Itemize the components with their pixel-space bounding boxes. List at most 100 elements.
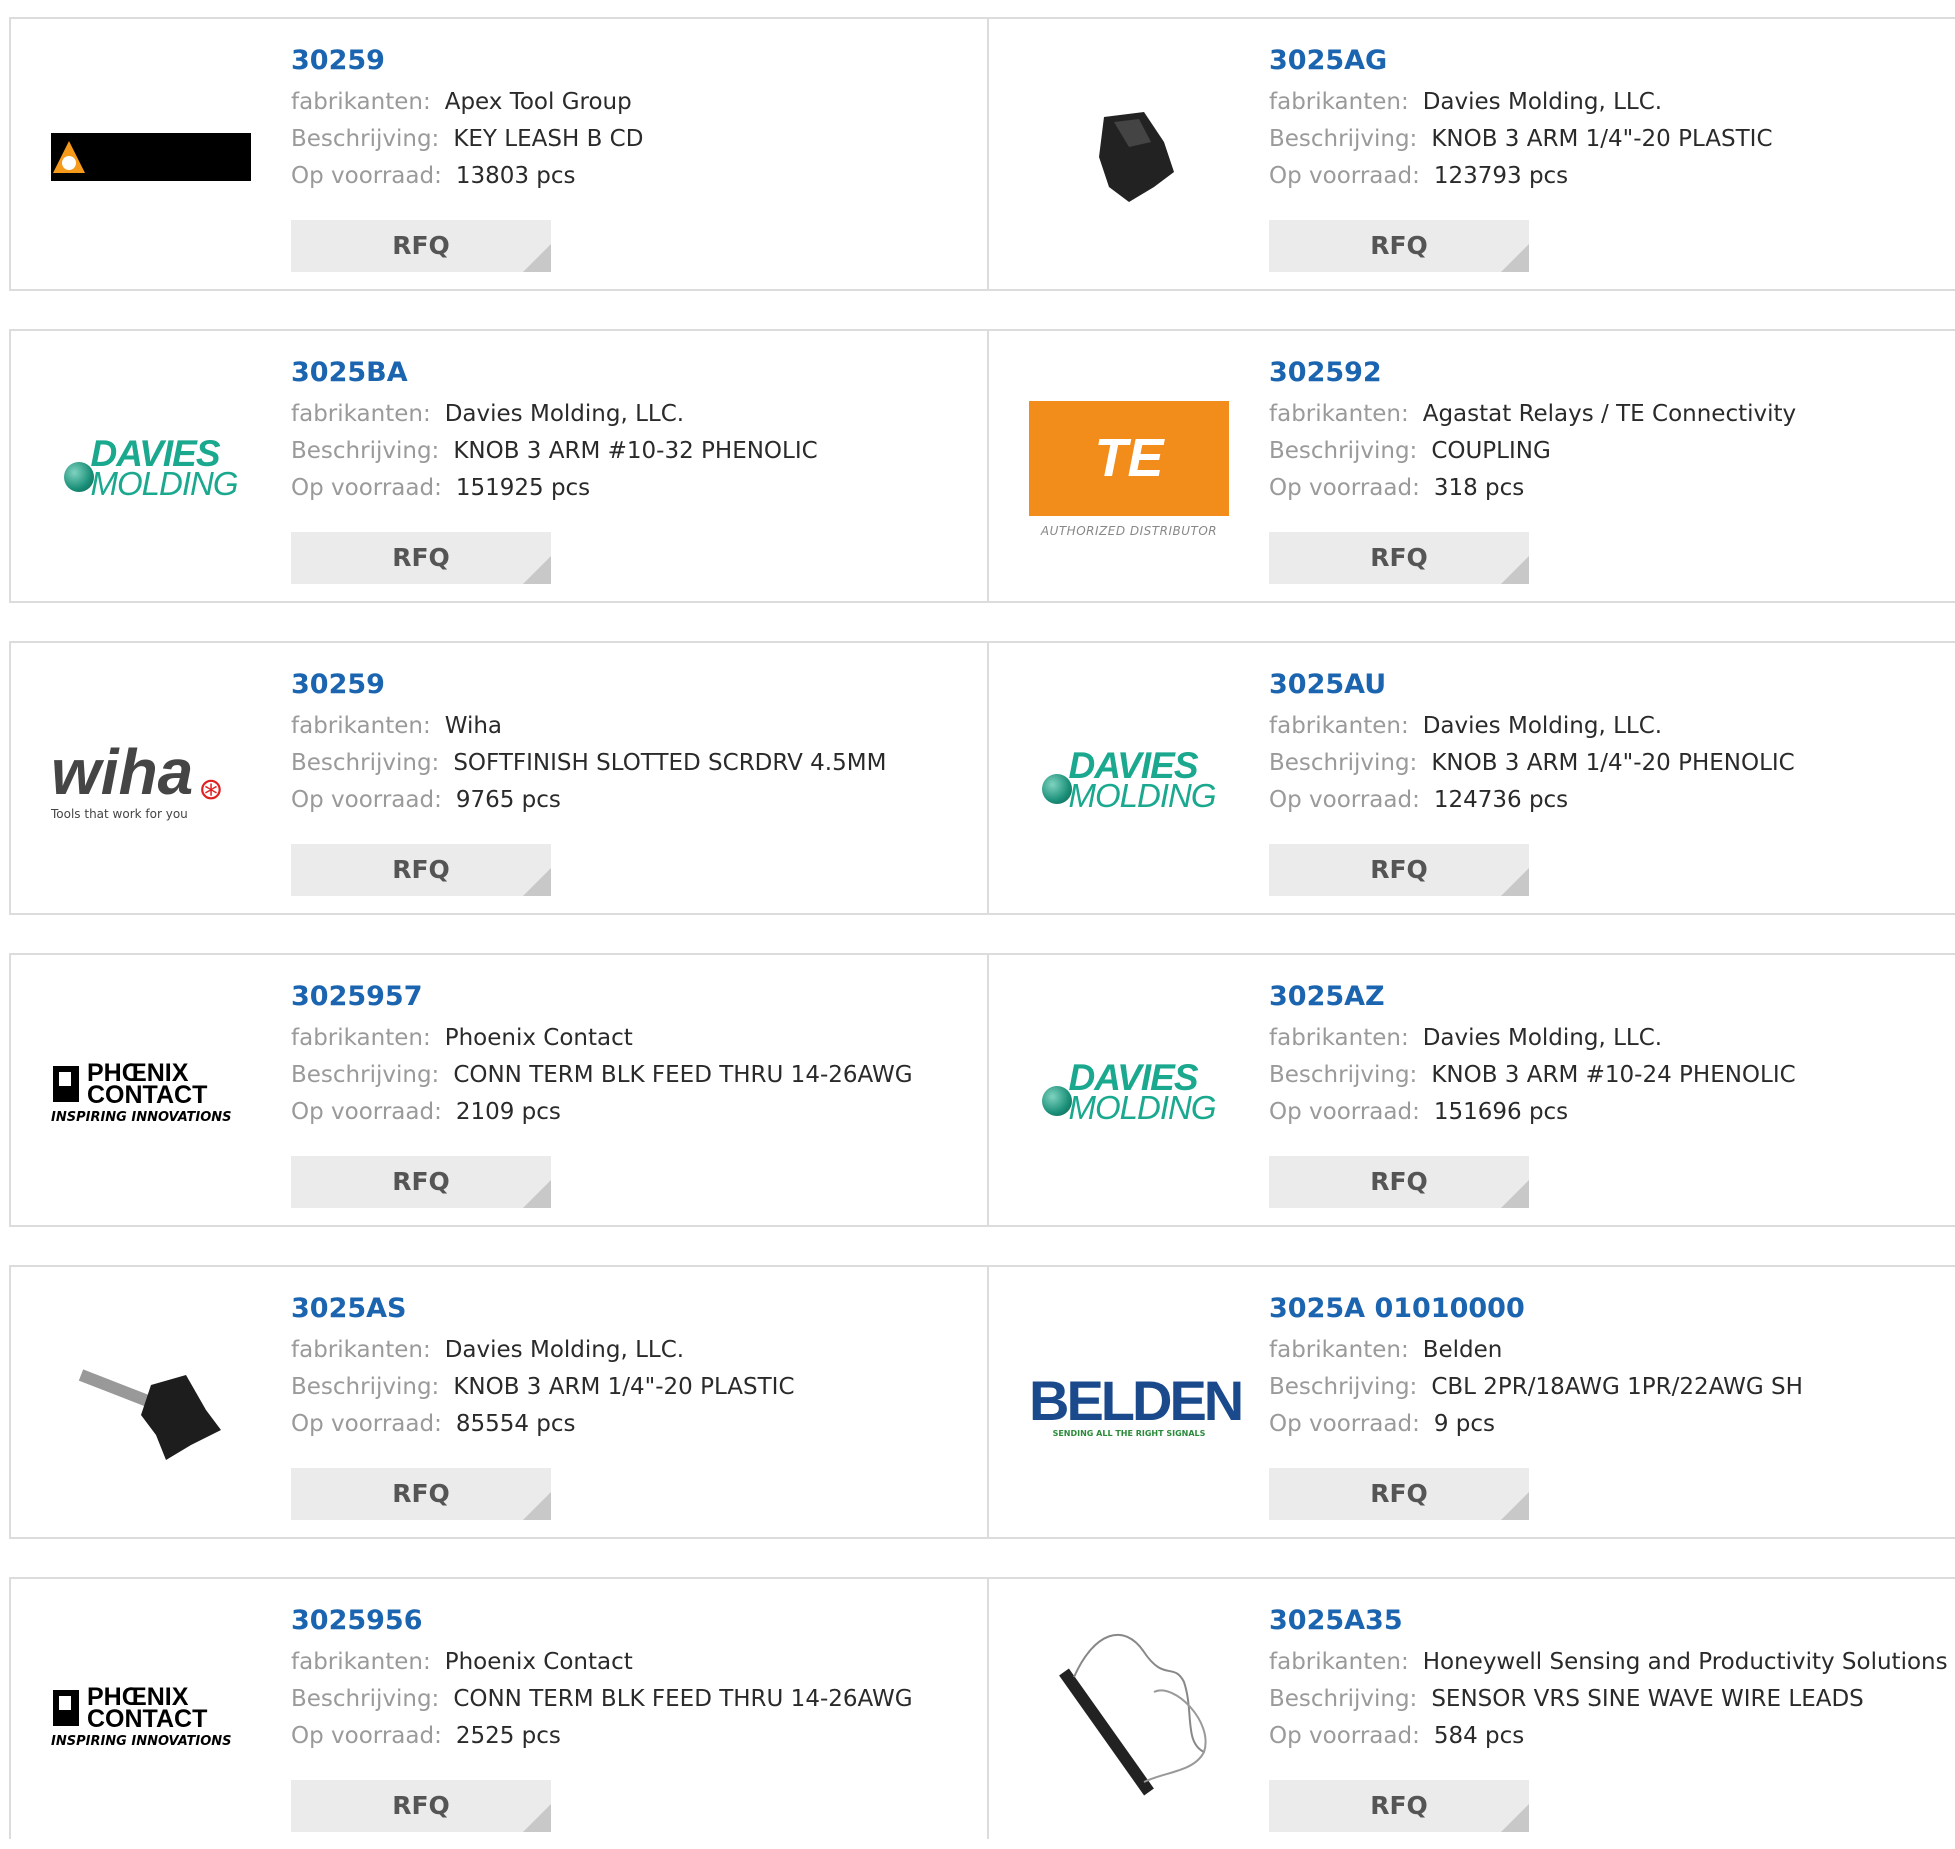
rfq-button[interactable]: RFQ xyxy=(291,532,551,584)
manufacturer-logo: TE AUTHORIZED DISTRIBUTOR xyxy=(1029,371,1229,567)
stock-value: 2109 pcs xyxy=(455,1099,561,1125)
part-number-link[interactable]: 3025957 xyxy=(291,980,971,1014)
part-number-link[interactable]: 3025956 xyxy=(291,1604,971,1638)
wiha-wordmark: wiha xyxy=(51,735,194,808)
product-row: PHŒNIX CONTACT INSPIRING INNOVATIONS 30259… xyxy=(9,953,1955,1227)
rfq-button[interactable]: RFQ xyxy=(291,1156,551,1208)
description-label: Beschrijving: xyxy=(1269,1062,1418,1088)
rfq-label: RFQ xyxy=(1370,543,1428,572)
apex-emblem-icon xyxy=(53,141,85,173)
rfq-button[interactable]: RFQ xyxy=(291,220,551,272)
stock-line: Op voorraad: 584 pcs xyxy=(1269,1718,1949,1755)
description-line: Beschrijving: CBL 2PR/18AWG 1PR/22AWG SH xyxy=(1269,1369,1949,1406)
stock-value: 584 pcs xyxy=(1433,1723,1525,1749)
phoenix-logo: PHŒNIX CONTACT INSPIRING INNOVATIONS xyxy=(51,1060,251,1125)
stock-value: 124736 pcs xyxy=(1433,787,1569,813)
manufacturer-label: fabrikanten: xyxy=(291,1337,431,1363)
manufacturer-logo xyxy=(51,59,251,255)
product-card: wiha ⊛ Tools that work for you 30259 fabr… xyxy=(11,643,987,913)
davies-logo: DAVIES MOLDING xyxy=(1042,1059,1217,1124)
description-value: CBL 2PR/18AWG 1PR/22AWG SH xyxy=(1431,1374,1803,1400)
product-row: wiha ⊛ Tools that work for you 30259 fabr… xyxy=(9,641,1955,915)
rfq-label: RFQ xyxy=(1370,855,1428,884)
product-info: 302592 fabrikanten: Agastat Relays / TE C… xyxy=(1269,356,1949,507)
rfq-button[interactable]: RFQ xyxy=(1269,1468,1529,1520)
part-number-link[interactable]: 3025BA xyxy=(291,356,971,390)
stock-label: Op voorraad: xyxy=(291,475,442,501)
davies-logo-line2: MOLDING xyxy=(90,465,238,502)
corner-fold-icon xyxy=(1501,1804,1529,1832)
rfq-label: RFQ xyxy=(392,855,450,884)
manufacturer-value: Davies Molding, LLC. xyxy=(444,1337,685,1363)
description-label: Beschrijving: xyxy=(1269,126,1418,152)
part-number-link[interactable]: 3025AZ xyxy=(1269,980,1949,1014)
description-value: KEY LEASH B CD xyxy=(453,126,644,152)
rfq-button[interactable]: RFQ xyxy=(1269,844,1529,896)
description-label: Beschrijving: xyxy=(1269,750,1418,776)
corner-fold-icon xyxy=(523,1804,551,1832)
product-card: 3025A35 fabrikanten: Honeywell Sensing an… xyxy=(989,1579,1955,1849)
stock-value: 9 pcs xyxy=(1433,1411,1496,1437)
wiha-logo: wiha ⊛ Tools that work for you xyxy=(51,740,251,821)
part-number-link[interactable]: 3025AG xyxy=(1269,44,1949,78)
description-line: Beschrijving: KNOB 3 ARM 1/4"-20 PLASTIC xyxy=(291,1369,971,1406)
manufacturer-label: fabrikanten: xyxy=(1269,713,1409,739)
manufacturer-value: Wiha xyxy=(444,713,503,739)
product-card: DAVIES MOLDING 3025BA fabrikanten: Davies … xyxy=(11,331,987,601)
description-label: Beschrijving: xyxy=(291,1062,440,1088)
part-number-link[interactable]: 30259 xyxy=(291,668,971,702)
manufacturer-line: fabrikanten: Davies Molding, LLC. xyxy=(291,1332,971,1369)
description-value: SOFTFINISH SLOTTED SCRDRV 4.5MM xyxy=(453,750,887,776)
rfq-button[interactable]: RFQ xyxy=(291,1780,551,1832)
rfq-button[interactable]: RFQ xyxy=(1269,1780,1529,1832)
manufacturer-line: fabrikanten: Wiha xyxy=(291,708,971,745)
manufacturer-label: fabrikanten: xyxy=(291,89,431,115)
rfq-button[interactable]: RFQ xyxy=(1269,220,1529,272)
stock-value: 9765 pcs xyxy=(455,787,561,813)
product-card: BELDEN SENDING ALL THE RIGHT SIGNALS 3025… xyxy=(989,1267,1955,1537)
te-mark: TE xyxy=(1094,428,1164,488)
part-number-link[interactable]: 3025AU xyxy=(1269,668,1949,702)
part-number-link[interactable]: 302592 xyxy=(1269,356,1949,390)
description-label: Beschrijving: xyxy=(1269,438,1418,464)
description-label: Beschrijving: xyxy=(291,1686,440,1712)
stock-value: 318 pcs xyxy=(1433,475,1525,501)
product-info: 3025AU fabrikanten: Davies Molding, LLC. … xyxy=(1269,668,1949,819)
phoenix-tagline: INSPIRING INNOVATIONS xyxy=(51,1733,232,1749)
manufacturer-line: fabrikanten: Phoenix Contact xyxy=(291,1020,971,1057)
manufacturer-value: Belden xyxy=(1422,1337,1503,1363)
rfq-button[interactable]: RFQ xyxy=(1269,532,1529,584)
phoenix-logo-line2: CONTACT xyxy=(87,1704,208,1733)
rfq-button[interactable]: RFQ xyxy=(291,844,551,896)
part-number-link[interactable]: 30259 xyxy=(291,44,971,78)
description-line: Beschrijving: KNOB 3 ARM 1/4"-20 PLASTIC xyxy=(1269,121,1949,158)
manufacturer-logo: PHŒNIX CONTACT INSPIRING INNOVATIONS xyxy=(51,995,251,1191)
stock-label: Op voorraad: xyxy=(291,1411,442,1437)
corner-fold-icon xyxy=(523,868,551,896)
stock-label: Op voorraad: xyxy=(1269,1099,1420,1125)
rfq-button[interactable]: RFQ xyxy=(291,1468,551,1520)
part-number-link[interactable]: 3025A35 xyxy=(1269,1604,1949,1638)
manufacturer-value: Agastat Relays / TE Connectivity xyxy=(1422,401,1797,427)
rfq-button[interactable]: RFQ xyxy=(1269,1156,1529,1208)
description-label: Beschrijving: xyxy=(291,126,440,152)
description-label: Beschrijving: xyxy=(1269,1686,1418,1712)
description-value: CONN TERM BLK FEED THRU 14-26AWG xyxy=(453,1686,913,1712)
part-number-link[interactable]: 3025AS xyxy=(291,1292,971,1326)
manufacturer-line: fabrikanten: Apex Tool Group xyxy=(291,84,971,121)
description-line: Beschrijving: KNOB 3 ARM 1/4"-20 PHENOLIC xyxy=(1269,745,1949,782)
manufacturer-line: fabrikanten: Davies Molding, LLC. xyxy=(1269,84,1949,121)
manufacturer-label: fabrikanten: xyxy=(1269,1649,1409,1675)
davies-logo-line2: MOLDING xyxy=(1068,777,1216,814)
manufacturer-value: Phoenix Contact xyxy=(444,1025,633,1051)
manufacturer-label: fabrikanten: xyxy=(291,401,431,427)
product-card: 30259 fabrikanten: Apex Tool Group Beschr… xyxy=(11,19,987,289)
corner-fold-icon xyxy=(1501,244,1529,272)
part-number-link[interactable]: 3025A 01010000 xyxy=(1269,1292,1949,1326)
stock-label: Op voorraad: xyxy=(1269,787,1420,813)
davies-logo: DAVIES MOLDING xyxy=(64,435,239,502)
stock-line: Op voorraad: 318 pcs xyxy=(1269,470,1949,507)
stock-value: 2525 pcs xyxy=(455,1723,561,1749)
stock-value: 13803 pcs xyxy=(455,163,576,189)
stock-line: Op voorraad: 9765 pcs xyxy=(291,782,971,819)
